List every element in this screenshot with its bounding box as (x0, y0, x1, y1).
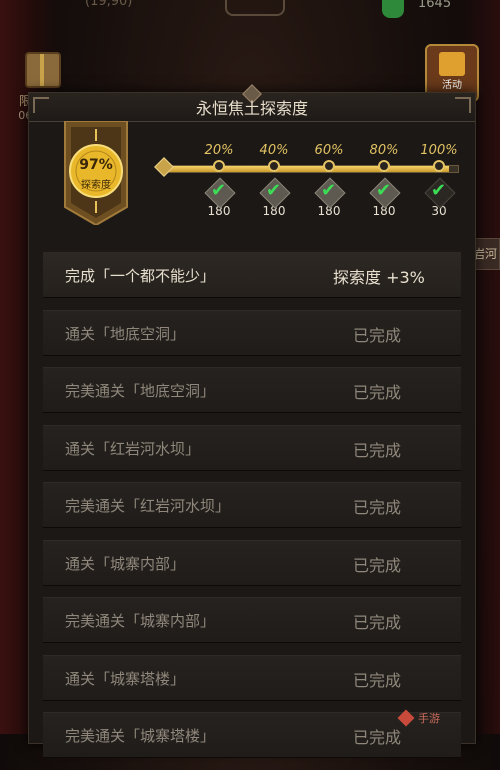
milestone-2[interactable]: 40% ✔ 180 (246, 143, 302, 218)
exploration-progress: 20% ✔ 180 40% ✔ 180 60% ✔ 180 80% ✔ 180 100% ✔ 30 (154, 143, 459, 225)
milestone-percent: 60% (314, 143, 344, 158)
checkmark-icon: ✔ (376, 180, 392, 201)
task-row[interactable]: 通关「城寨内部」 已完成 (43, 539, 461, 586)
milestone-dot (268, 160, 280, 172)
top-frame-ornament (225, 0, 285, 16)
milestone-dot (323, 160, 335, 172)
task-row[interactable]: 通关「城寨塔楼」 已完成 (43, 654, 461, 701)
task-row[interactable]: 通关「红岩河水坝」 已完成 (43, 424, 461, 471)
milestone-5[interactable]: 100% ✔ 30 (411, 143, 467, 218)
task-status: 已完成 (353, 728, 402, 747)
milestone-1[interactable]: 20% ✔ 180 (191, 143, 247, 218)
progress-start-diamond (154, 157, 174, 177)
task-name: 完成「一个都不能少」 (65, 267, 216, 285)
checkmark-icon: ✔ (321, 180, 337, 201)
task-name: 通关「红岩河水坝」 (65, 439, 201, 458)
task-row[interactable]: 完美通关「地底空洞」 已完成 (43, 367, 461, 413)
milestone-percent: 20% (204, 143, 234, 158)
task-row[interactable]: 完美通关「红岩河水坝」 已完成 (43, 482, 461, 528)
reward-crystal-icon: ✔ (423, 177, 456, 210)
task-status: 已完成 (353, 325, 402, 345)
gift-package-icon (439, 52, 465, 76)
task-status: 已完成 (353, 383, 402, 402)
task-row[interactable]: 完成「一个都不能少」 探索度 +3% (43, 252, 461, 298)
task-status: 已完成 (353, 498, 402, 517)
task-name: 通关「城寨塔楼」 (65, 669, 186, 688)
badge-label: 探索度 (81, 180, 111, 191)
milestone-dot (378, 160, 390, 172)
reward-crystal-icon: ✔ (313, 177, 346, 210)
task-status: 已完成 (353, 440, 402, 460)
panel-title: 永恒焦土探索度 (195, 99, 308, 118)
task-name: 完美通关「红岩河水坝」 (65, 497, 231, 515)
exploration-badge: 97% 探索度 (61, 121, 131, 225)
milestone-percent: 40% (259, 143, 289, 158)
checkmark-icon: ✔ (211, 180, 227, 201)
top-currency-value: 1645 (418, 0, 452, 11)
milestone-4[interactable]: 80% ✔ 180 (356, 143, 412, 218)
checkmark-icon: ✔ (266, 180, 282, 201)
task-name: 完美通关「城寨内部」 (65, 612, 216, 630)
watermark-logo: 手游 (397, 709, 460, 730)
task-name: 完美通关「地底空洞」 (65, 382, 216, 400)
milestone-dot (433, 160, 445, 172)
event-label: 活动 (442, 80, 462, 91)
watermark-diamond-icon (397, 709, 415, 727)
gift-box-icon (25, 52, 61, 88)
badge-shield-icon (64, 121, 128, 225)
green-crystal-icon (382, 0, 404, 18)
task-row[interactable]: 完美通关「城寨内部」 已完成 (43, 597, 461, 643)
panel-header: 永恒焦土探索度 (29, 84, 475, 122)
task-row[interactable]: 通关「地底空洞」 已完成 (43, 309, 461, 356)
task-status: 已完成 (353, 555, 402, 575)
task-status: 已完成 (353, 670, 402, 690)
task-name: 通关「地底空洞」 (65, 324, 186, 343)
milestone-percent: 100% (420, 143, 458, 158)
milestone-3[interactable]: 60% ✔ 180 (301, 143, 357, 218)
milestone-percent: 80% (369, 143, 399, 158)
task-status: 探索度 +3% (333, 268, 425, 287)
checkmark-icon: ✔ (431, 180, 447, 201)
task-status: 已完成 (353, 613, 402, 632)
badge-percent: 97% (79, 157, 113, 173)
task-name: 完美通关「城寨塔楼」 (65, 727, 216, 745)
exploration-panel: 永恒焦土探索度 97% 探索度 20% ✔ 180 40% ✔ 180 60% ✔ 180 80%… (28, 84, 476, 758)
reward-crystal-icon: ✔ (258, 177, 291, 210)
watermark-text: 手游 (418, 712, 440, 725)
task-list: 完成「一个都不能少」 探索度 +3% 通关「地底空洞」 已完成 完美通关「地底空洞」 已完… (43, 252, 461, 770)
top-partial-text: (19,90) (85, 0, 133, 9)
milestone-dot (213, 160, 225, 172)
reward-crystal-icon: ✔ (368, 177, 401, 210)
reward-crystal-icon: ✔ (203, 177, 236, 210)
task-name: 通关「城寨内部」 (65, 554, 186, 573)
